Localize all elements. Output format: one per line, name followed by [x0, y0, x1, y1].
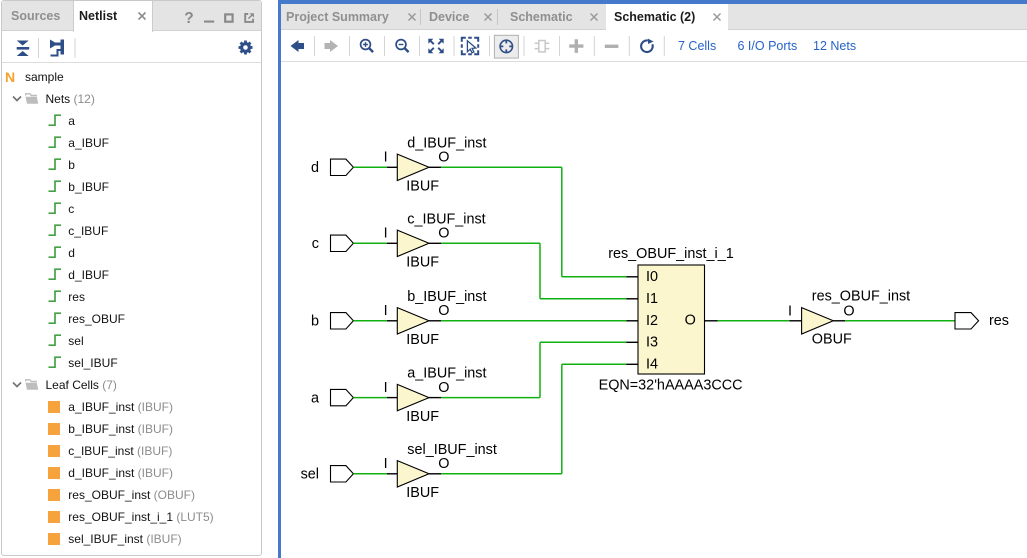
svg-text:?: ?: [184, 10, 193, 27]
